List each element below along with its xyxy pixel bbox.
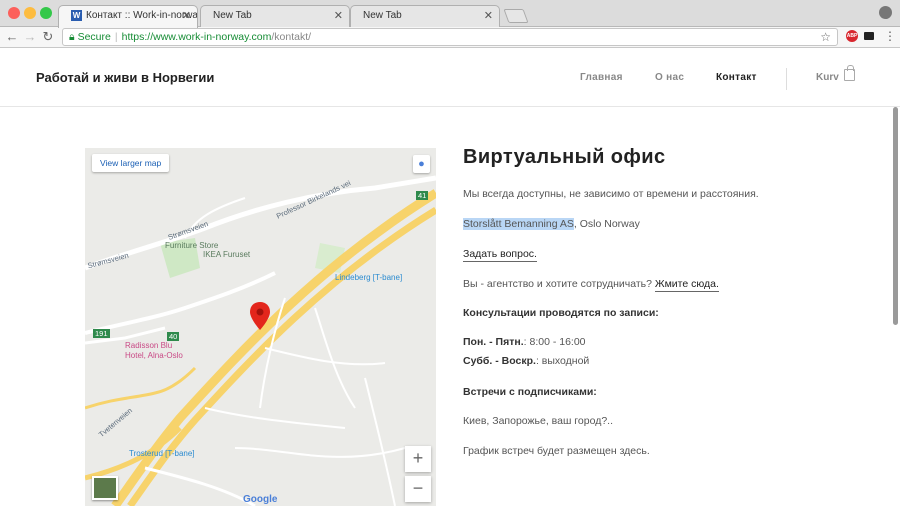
minimize-window-icon[interactable] bbox=[24, 7, 36, 19]
street-view-pegman-icon[interactable]: ● bbox=[413, 155, 430, 173]
agency-text: Вы - агентство и хотите сотрудничать? bbox=[463, 278, 655, 290]
google-logo: Google bbox=[243, 494, 278, 505]
video-camera-icon[interactable] bbox=[864, 32, 874, 40]
bookmark-star-icon[interactable]: ☆ bbox=[820, 29, 831, 45]
page-title: Виртуальный офис bbox=[463, 146, 666, 168]
availability-text: Мы всегда доступны, не зависимо от време… bbox=[463, 188, 759, 200]
nav-contact[interactable]: Контакт bbox=[716, 72, 757, 83]
close-tab-icon[interactable]: ✕ bbox=[182, 6, 191, 26]
weekdays-value: : 8:00 - 16:00 bbox=[523, 336, 586, 348]
site-header: Работай и живи в Норвегии Главная О нас … bbox=[0, 48, 900, 107]
url-path: /kontakt/ bbox=[271, 31, 312, 43]
site-brand[interactable]: Работай и живи в Норвегии bbox=[36, 70, 214, 85]
lock-icon: 🔒︎ bbox=[69, 31, 75, 43]
tab-contact[interactable]: WКонтакт :: Work-in-norway-co ✕ bbox=[58, 5, 198, 28]
road-shield-40: 40 bbox=[167, 332, 180, 341]
road-shield-41: 41 bbox=[416, 191, 429, 200]
cart-label[interactable]: Kurv bbox=[816, 72, 839, 83]
map-label-trosterud: Trosterud [T-bane] bbox=[129, 449, 195, 458]
weekdays-label: Пон. - Пятн. bbox=[463, 336, 524, 348]
zoom-out-button[interactable]: − bbox=[405, 476, 431, 502]
meetings-heading: Встречи с подписчиками: bbox=[463, 386, 597, 398]
company-location: , Oslo Norway bbox=[573, 218, 640, 230]
company-name: Storslått Bemanning AS bbox=[463, 218, 574, 230]
back-icon[interactable]: ← bbox=[4, 29, 20, 44]
adblock-icon[interactable]: ABP bbox=[846, 30, 858, 42]
view-larger-map-link[interactable]: View larger map bbox=[92, 154, 170, 172]
ask-question-link[interactable]: Задать вопрос. bbox=[463, 248, 537, 262]
nav-divider bbox=[786, 68, 787, 90]
shopping-bag-icon[interactable] bbox=[844, 65, 855, 81]
google-map[interactable]: View larger map ● Furniture Store IKEA F… bbox=[85, 148, 436, 506]
browser-tab-bar: WКонтакт :: Work-in-norway-co ✕ New Tab … bbox=[0, 0, 900, 28]
new-tab-button[interactable] bbox=[503, 9, 529, 23]
reload-icon[interactable]: ↻ bbox=[40, 29, 56, 45]
agency-link[interactable]: Жмите сюда. bbox=[654, 278, 719, 292]
tab-new-1[interactable]: New Tab ✕ bbox=[200, 5, 350, 28]
profile-icon[interactable] bbox=[879, 6, 892, 19]
close-window-icon[interactable] bbox=[8, 7, 20, 19]
tab-title: New Tab bbox=[363, 10, 402, 21]
satellite-toggle-thumbnail[interactable] bbox=[92, 476, 118, 500]
maximize-window-icon[interactable] bbox=[40, 7, 52, 19]
map-label-hotel: Hotel, Alna-Oslo bbox=[125, 351, 183, 360]
url-host: https://www.work-in-norway.com bbox=[121, 31, 272, 43]
agency-line: Вы - агентство и хотите сотрудничать? Жм… bbox=[463, 278, 719, 292]
forward-icon[interactable]: → bbox=[22, 29, 38, 44]
cities-text: Киев, Запорожье, ваш город?.. bbox=[463, 415, 613, 427]
schedule-text: График встреч будет размещен здесь. bbox=[463, 445, 650, 457]
nav-home[interactable]: Главная bbox=[580, 72, 623, 83]
map-label-furniture: Furniture Store bbox=[165, 241, 219, 250]
menu-dots-icon[interactable]: ⋮ bbox=[884, 29, 896, 43]
hours-weekend: Субб. - Воскр.: выходной bbox=[463, 355, 589, 367]
secure-label: Secure bbox=[77, 31, 111, 43]
weekend-value: : выходной bbox=[535, 355, 590, 367]
tab-title: New Tab bbox=[213, 10, 252, 21]
address-bar[interactable]: 🔒︎ Secure | https://www.work-in-norway.com/… bbox=[62, 28, 838, 46]
tab-new-2[interactable]: New Tab ✕ bbox=[350, 5, 500, 28]
road-shield-191: 191 bbox=[93, 329, 110, 338]
ask-question-line: Задать вопрос. bbox=[463, 248, 537, 262]
site-favicon-icon: W bbox=[71, 9, 82, 21]
map-label-radisson: Radisson Blu bbox=[125, 341, 173, 350]
map-label-ikea: IKEA Furuset bbox=[203, 250, 251, 259]
map-pin-icon[interactable] bbox=[250, 302, 270, 330]
hours-weekdays: Пон. - Пятн.: 8:00 - 16:00 bbox=[463, 336, 586, 348]
nav-about[interactable]: О нас bbox=[655, 72, 684, 83]
close-tab-icon[interactable]: ✕ bbox=[334, 6, 343, 26]
page-scrollbar[interactable] bbox=[893, 107, 898, 325]
map-label-lindeberg: Lindeberg [T-bane] bbox=[335, 273, 403, 282]
zoom-in-button[interactable]: + bbox=[405, 446, 431, 472]
company-line: Storslått Bemanning AS, Oslo Norway bbox=[463, 218, 640, 230]
browser-toolbar: ← → ↻ 🔒︎ Secure | https://www.work-in-norwa… bbox=[0, 27, 900, 48]
close-tab-icon[interactable]: ✕ bbox=[484, 6, 493, 26]
weekend-label: Субб. - Воскр. bbox=[463, 355, 536, 367]
consultation-heading: Консультации проводятся по записи: bbox=[463, 307, 659, 319]
